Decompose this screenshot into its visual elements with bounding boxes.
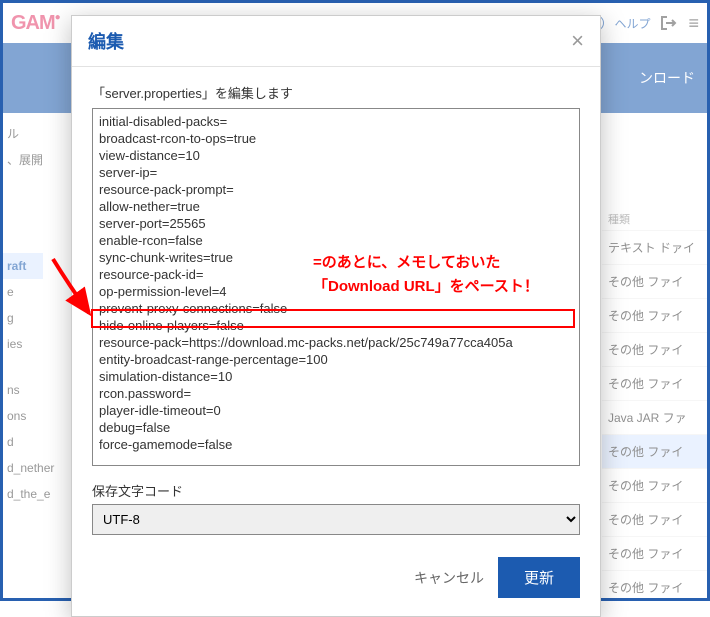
annotation-arrow-icon [49,255,99,325]
modal-title: 編集 [88,28,124,54]
encoding-select[interactable]: UTF-8 [92,504,580,535]
annotation-line1: =のあとに、メモしておいた [313,254,500,271]
annotation-text: =のあとに、メモしておいた 「Download URL」をペースト！ [313,251,539,299]
update-button[interactable]: 更新 [498,557,580,598]
cancel-button[interactable]: キャンセル [414,568,484,588]
annotation-line2: 「Download URL」をペースト！ [313,278,539,295]
edit-modal: 編集 × 「server.properties」を編集します 保存文字コード U… [71,15,601,617]
modal-description: 「server.properties」を編集します [92,83,580,102]
encoding-label: 保存文字コード [92,481,580,500]
modal-body: 「server.properties」を編集します 保存文字コード UTF-8 [72,67,600,543]
close-icon[interactable]: × [571,30,584,52]
modal-header: 編集 × [72,16,600,67]
modal-footer: キャンセル 更新 [72,543,600,616]
